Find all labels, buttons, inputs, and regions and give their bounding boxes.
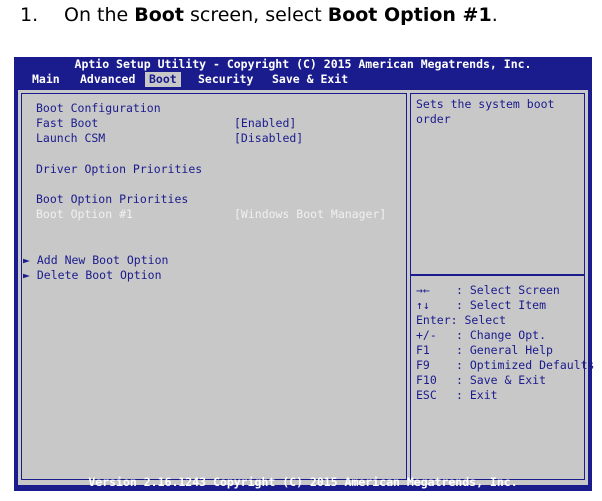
instruction-bold-boot-option: Boot Option #1 <box>327 4 492 26</box>
key-row: ESC : Exit <box>416 388 594 403</box>
key-name: F9 <box>416 358 430 372</box>
key-row: →← : Select Screen <box>416 283 594 298</box>
boot-configuration-heading: Boot Configuration <box>36 101 161 115</box>
driver-option-priorities-heading: Driver Option Priorities <box>36 162 203 176</box>
launch-csm-label[interactable]: Launch CSM <box>36 131 105 146</box>
key-row: F9 : Optimized Defaults <box>416 358 594 373</box>
bios-title: Aptio Setup Utility - Copyright (C) 2015… <box>74 57 532 71</box>
boot-option-priorities-heading: Boot Option Priorities <box>36 192 189 206</box>
instruction-part2: screen, select <box>183 4 328 26</box>
instruction-part3: . <box>491 4 498 26</box>
key-name: →← <box>416 283 430 297</box>
menu-advanced[interactable]: Advanced <box>80 72 135 87</box>
delete-boot-option[interactable]: ► Delete Boot Option <box>23 268 162 283</box>
key-desc: : Select Item <box>456 298 547 312</box>
delete-boot-option-label: Delete Boot Option <box>36 268 162 282</box>
key-row: F10 : Save & Exit <box>416 373 594 388</box>
key-name: F1 <box>416 343 430 357</box>
key-name: ESC <box>416 388 437 402</box>
menu-boot[interactable]: Boot <box>145 72 181 87</box>
key-desc: Select <box>464 313 507 327</box>
fast-boot-value[interactable]: [Enabled] <box>234 116 296 131</box>
key-desc: : Exit <box>456 388 498 402</box>
add-new-boot-option-label: Add New Boot Option <box>36 253 169 267</box>
bios-screen: Aptio Setup Utility - Copyright (C) 2015… <box>14 57 594 491</box>
menu-security[interactable]: Security <box>198 72 253 87</box>
bios-panel: Boot Configuration Fast Boot [Enabled] L… <box>18 90 594 485</box>
key-name: +/- <box>416 328 437 342</box>
key-desc: : Change Opt. <box>456 328 547 342</box>
instruction-part1: On the <box>64 4 135 26</box>
submenu-arrow-icon: ► <box>23 268 30 282</box>
launch-csm-value[interactable]: [Disabled] <box>234 131 303 146</box>
key-row: Enter: Select <box>416 313 594 328</box>
key-name: F10 <box>416 373 437 387</box>
submenu-arrow-icon: ► <box>23 253 30 267</box>
key-desc: : Save & Exit <box>456 373 547 387</box>
key-desc: : Optimized Defaults <box>456 358 595 372</box>
add-new-boot-option[interactable]: ► Add New Boot Option <box>23 253 168 268</box>
key-row: ↑↓ : Select Item <box>416 298 594 313</box>
key-name: ↑↓ <box>416 298 430 312</box>
bios-footer: Version 2.16.1243 Copyright (C) 2015 Ame… <box>88 475 518 489</box>
key-name: Enter: <box>416 313 458 327</box>
step-number: 1. <box>20 4 39 26</box>
help-divider <box>411 274 584 276</box>
help-description: Sets the system boot order <box>416 97 555 126</box>
menu-main[interactable]: Main <box>32 72 60 87</box>
instruction-bold-boot: Boot <box>134 4 184 26</box>
key-desc: : General Help <box>456 343 553 357</box>
boot-option-1-value[interactable]: [Windows Boot Manager] <box>234 207 386 222</box>
bios-menu-bar: Main Advanced Boot Security Save & Exit <box>14 72 592 87</box>
menu-save-exit[interactable]: Save & Exit <box>272 72 348 87</box>
fast-boot-label[interactable]: Fast Boot <box>36 116 98 131</box>
key-desc: : Select Screen <box>456 283 560 297</box>
boot-settings-pane: Boot Configuration Fast Boot [Enabled] L… <box>21 93 407 480</box>
boot-option-1-label[interactable]: Boot Option #1 <box>36 207 133 222</box>
instruction-text: 1. On the Boot screen, select Boot Option… <box>20 4 498 26</box>
key-row: F1 : General Help <box>416 343 594 358</box>
key-legend: →← : Select Screen ↑↓ : Select Item Enter:… <box>416 283 594 403</box>
help-pane: Sets the system boot order →← : Select Sc… <box>410 93 594 480</box>
key-row: +/- : Change Opt. <box>416 328 594 343</box>
